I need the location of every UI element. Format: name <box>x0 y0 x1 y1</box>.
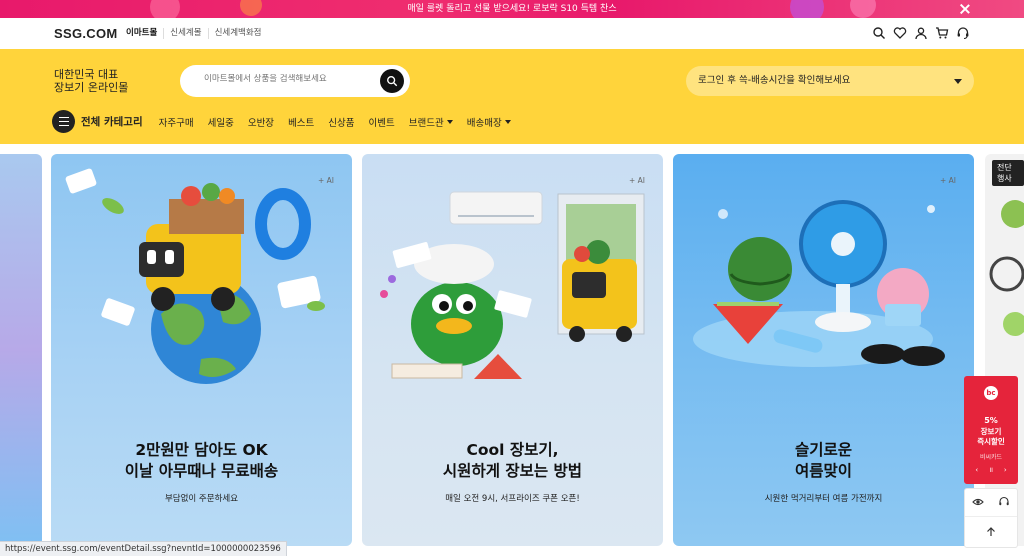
tagline-line2: 장보기 온라인몰 <box>54 81 129 94</box>
category-event[interactable]: 이벤트 <box>369 115 395 129</box>
pause-button[interactable]: ॥ <box>989 466 993 475</box>
category-sale[interactable]: 세일중 <box>208 115 234 129</box>
search-bar <box>180 65 410 97</box>
cart-icon[interactable] <box>935 26 949 40</box>
category-frequent[interactable]: 자주구매 <box>159 115 194 129</box>
side-tools <box>964 488 1018 548</box>
ai-badge: + AI <box>628 176 645 185</box>
ai-badge: + AI <box>939 176 956 185</box>
flyer-event-label[interactable]: 전단행사 <box>992 160 1024 186</box>
mall-link-shinsegae[interactable]: 신세계몰 <box>163 28 207 39</box>
eye-icon[interactable] <box>972 493 984 512</box>
utility-icons <box>872 26 970 40</box>
category-obanjang[interactable]: 오반장 <box>248 115 274 129</box>
search-icon[interactable] <box>872 26 886 40</box>
bc-card-logo: bc <box>984 386 998 400</box>
mall-link-department[interactable]: 신세계백화점 <box>207 28 268 39</box>
search-icon <box>387 76 398 87</box>
category-brand[interactable]: 브랜드관 <box>409 115 453 129</box>
category-store[interactable]: 배송매장 <box>467 115 511 129</box>
category-store-label: 배송매장 <box>466 117 502 129</box>
discount-text: 장보기 즉시할인 <box>964 427 1018 447</box>
tagline: 대한민국 대표 장보기 온라인몰 <box>54 68 128 94</box>
ai-badge: + AI <box>317 176 334 185</box>
card-subtitle: 매일 오전 9시, 서프라이즈 쿠폰 오픈! <box>445 494 580 504</box>
tagline-line1: 대한민국 대표 <box>54 68 119 81</box>
discount-line2: 즉시할인 <box>977 437 1005 446</box>
next-button[interactable]: › <box>1004 466 1007 475</box>
delivery-text: 로그인 후 쓱-배송시간을 확인해보세요 <box>698 75 851 86</box>
side-tools-bottom-row <box>965 518 1017 546</box>
banner-card[interactable]: + AI Cool 장보기, 시원하게 장보는 방법 매일 오전 9시, 서프라… <box>362 154 663 546</box>
card-title: Cool 장보기, 시원하게 장보는 방법 <box>442 441 583 480</box>
card-title: 슬기로운 여름맞이 <box>794 441 853 480</box>
promo-banner[interactable]: 매일 룰렛 돌리고 선물 받으세요! 로보락 S10 득템 찬스 <box>0 0 1024 18</box>
card-name: 비씨카드 <box>979 454 1003 461</box>
card-subtitle: 시원한 먹거리부터 여름 가전까지 <box>764 494 883 504</box>
card-subtitle: 부담없이 주문하세요 <box>164 494 239 504</box>
category-nav: 전체 카테고리 자주구매 세일중 오반장 베스트 신상품 이벤트 브랜드관 배송… <box>52 110 525 133</box>
arrow-up-icon[interactable] <box>985 523 997 542</box>
heart-icon[interactable] <box>893 26 907 40</box>
chevron-down-icon <box>954 79 962 84</box>
carousel-prev-card[interactable] <box>0 154 42 546</box>
top-navigation: SSG.COM 이마트몰 신세계몰 신세계백화점 <box>0 18 1024 49</box>
summer-shopping-illustration <box>380 191 645 379</box>
card-title: 2만원만 담아도 OK 이날 아무때나 무료배송 <box>124 441 279 480</box>
close-icon[interactable] <box>958 2 972 16</box>
banner-card[interactable]: + AI 2만원만 담아도 OK 이날 아무때나 무료배송 부담없이 주문하세요 <box>51 154 352 546</box>
chevron-down-icon <box>446 119 453 124</box>
menu-icon[interactable] <box>52 110 75 133</box>
delivery-time-dropdown[interactable]: 로그인 후 쓱-배송시간을 확인해보세요 <box>686 66 974 96</box>
main-header: 대한민국 대표 장보기 온라인몰 로그인 후 쓱-배송시간을 확인해보세요 전체… <box>0 49 1024 144</box>
discount-line1: 장보기 <box>980 427 1002 436</box>
category-best[interactable]: 베스트 <box>288 115 314 129</box>
discount-percent: 5% <box>984 416 998 425</box>
chevron-down-icon <box>504 119 511 124</box>
banner-carousel: + AI 2만원만 담아도 OK 이날 아무때나 무료배송 부담없이 주문하세요… <box>0 144 1024 556</box>
site-logo[interactable]: SSG.COM <box>54 26 118 41</box>
all-categories-button[interactable]: 전체 카테고리 <box>81 114 143 129</box>
mall-link-emart[interactable]: 이마트몰 <box>126 28 163 39</box>
headset-icon[interactable] <box>998 493 1010 512</box>
banner-card[interactable]: + AI 슬기로운 여름맞이 시원한 먹거리부터 여름 가전까지 <box>673 154 974 546</box>
user-icon[interactable] <box>914 26 928 40</box>
summer-fan-illustration <box>693 200 945 367</box>
search-input[interactable] <box>204 74 374 84</box>
delivery-truck-illustration <box>65 168 325 384</box>
search-button[interactable] <box>380 69 404 93</box>
category-brand-label: 브랜드관 <box>408 117 444 129</box>
headset-icon[interactable] <box>956 26 970 40</box>
prev-button[interactable]: ‹ <box>975 466 978 475</box>
mall-links: 이마트몰 신세계몰 신세계백화점 <box>126 28 267 39</box>
card-discount-widget[interactable]: bc 5% 장보기 즉시할인 비씨카드 ‹ ॥ › <box>964 376 1018 484</box>
status-bar-url: https://event.ssg.com/eventDetail.ssg?ne… <box>0 541 287 556</box>
category-new[interactable]: 신상품 <box>328 115 354 129</box>
side-tools-top-row <box>965 489 1017 517</box>
widget-controls: ‹ ॥ › <box>964 466 1018 475</box>
promo-text[interactable]: 매일 룰렛 돌리고 선물 받으세요! 로보락 S10 득템 찬스 <box>407 4 616 14</box>
